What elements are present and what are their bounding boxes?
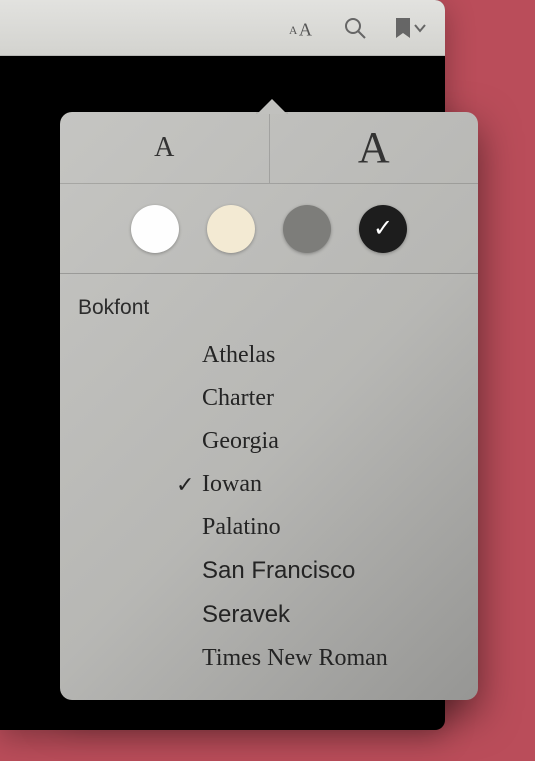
font-option-label: Iowan xyxy=(202,471,262,498)
font-option-label: Charter xyxy=(202,385,274,412)
popover-arrow xyxy=(256,96,288,114)
font-option[interactable]: ✓San Francisco xyxy=(60,549,478,593)
search-icon[interactable] xyxy=(341,14,369,42)
font-option[interactable]: ✓Athelas xyxy=(60,334,478,377)
font-section: Bokfont ✓Athelas✓Charter✓Georgia ✓ Iowan ✓P… xyxy=(60,274,478,700)
font-option[interactable]: ✓Charter xyxy=(60,377,478,420)
toolbar: A A xyxy=(0,0,445,56)
text-size-row: A A xyxy=(60,112,478,184)
appearance-popover: A A ✓ Bokfont ✓Athelas✓Charter✓Georgia ✓ I… xyxy=(60,112,478,700)
font-option[interactable]: ✓Seravek xyxy=(60,593,478,637)
increase-text-size-button[interactable]: A xyxy=(270,112,479,183)
check-icon: ✓ xyxy=(373,217,393,241)
font-section-heading: Bokfont xyxy=(60,288,478,334)
font-option[interactable]: ✓ Iowan xyxy=(60,463,478,506)
theme-sepia-swatch[interactable] xyxy=(207,205,255,253)
theme-gray-swatch[interactable] xyxy=(283,205,331,253)
decrease-text-size-button[interactable]: A xyxy=(60,112,270,183)
theme-black-swatch[interactable]: ✓ xyxy=(359,205,407,253)
font-option-label: Seravek xyxy=(202,601,290,629)
font-option[interactable]: ✓Palatino xyxy=(60,506,478,549)
check-icon: ✓ xyxy=(176,472,194,498)
font-option-label: San Francisco xyxy=(202,557,355,585)
chevron-down-icon xyxy=(413,16,427,40)
font-option-label: Georgia xyxy=(202,428,279,455)
appearance-icon[interactable]: A A xyxy=(289,14,317,42)
font-list: ✓Athelas✓Charter✓Georgia✓Iowan✓Palatino✓… xyxy=(60,334,478,680)
font-option-label: Palatino xyxy=(202,514,281,541)
svg-text:A: A xyxy=(289,24,298,36)
theme-row: ✓ xyxy=(60,184,478,274)
font-option-label: Times New Roman xyxy=(202,645,388,672)
font-option[interactable]: ✓Times New Roman xyxy=(60,637,478,680)
svg-text:A: A xyxy=(299,19,312,39)
font-option[interactable]: ✓Georgia xyxy=(60,420,478,463)
bookmarks-menu-button[interactable] xyxy=(393,16,427,40)
font-option-label: Athelas xyxy=(202,342,275,369)
theme-white-swatch[interactable] xyxy=(131,205,179,253)
